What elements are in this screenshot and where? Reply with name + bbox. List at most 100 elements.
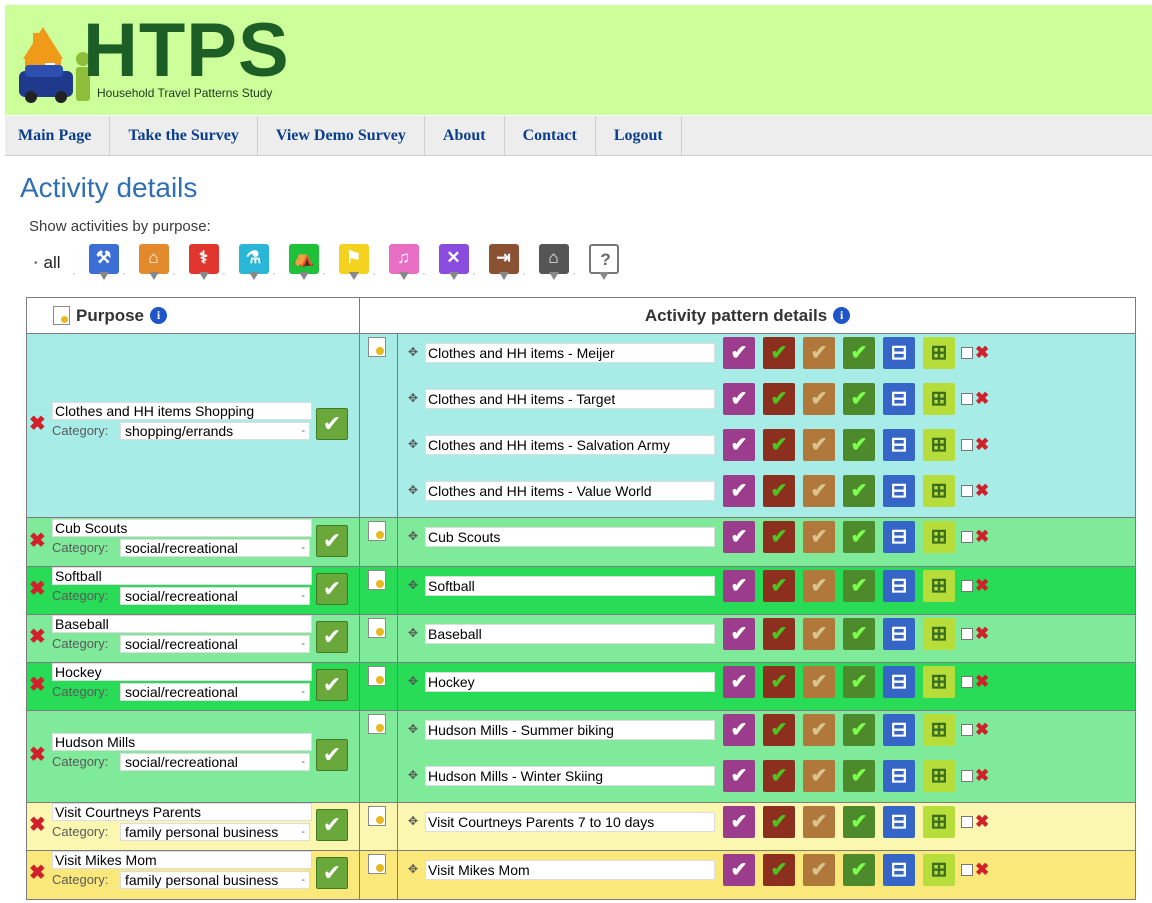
- filter-radio-social[interactable]: ◦: [373, 271, 379, 278]
- completed-icon[interactable]: ✔: [763, 666, 795, 698]
- skipped-icon[interactable]: ✔: [803, 383, 835, 415]
- completed-icon[interactable]: ✔: [763, 383, 795, 415]
- purpose-info-icon[interactable]: i: [150, 307, 168, 324]
- purpose-name-input[interactable]: Baseball: [52, 615, 312, 633]
- filter-radio-medical[interactable]: ◦: [173, 271, 179, 278]
- nav-take-survey[interactable]: Take the Survey: [110, 116, 258, 155]
- filter-dining-icon[interactable]: ✕: [438, 244, 469, 282]
- filter-exit-icon[interactable]: ⇥: [488, 244, 519, 282]
- car-mode-icon[interactable]: ⊟: [883, 570, 915, 602]
- delete-activity-icon[interactable]: ✖: [975, 625, 989, 642]
- completed-icon[interactable]: ✔: [763, 854, 795, 886]
- shopping-cart-icon[interactable]: ⊞: [923, 521, 955, 553]
- copy-activity-icon[interactable]: [961, 580, 973, 592]
- skipped-icon[interactable]: ✔: [803, 854, 835, 886]
- activity-name-input[interactable]: Clothes and HH items - Salvation Army: [425, 435, 715, 455]
- schedule-icon[interactable]: ✔: [723, 570, 755, 602]
- drag-handle-icon[interactable]: ✥: [402, 673, 424, 689]
- category-select[interactable]: social/recreational: [120, 683, 310, 701]
- drag-handle-icon[interactable]: ✥: [402, 625, 424, 641]
- drag-handle-icon[interactable]: ✥: [402, 482, 424, 498]
- purpose-confirm-icon[interactable]: ✔: [316, 408, 348, 440]
- filter-personal-icon[interactable]: ⚗: [238, 244, 269, 282]
- delete-purpose-icon[interactable]: ✖: [29, 627, 46, 647]
- purpose-name-input[interactable]: Hudson Mills: [52, 733, 312, 751]
- schedule-icon[interactable]: ✔: [723, 806, 755, 838]
- details-info-icon[interactable]: i: [833, 307, 851, 324]
- delete-activity-icon[interactable]: ✖: [975, 482, 989, 499]
- purpose-name-input[interactable]: Clothes and HH items Shopping: [52, 402, 312, 420]
- shopping-cart-icon[interactable]: ⊞: [923, 383, 955, 415]
- walk-mode-icon[interactable]: ✔: [843, 570, 875, 602]
- schedule-icon[interactable]: ✔: [723, 618, 755, 650]
- filter-all-option[interactable]: • all: [34, 253, 61, 273]
- car-mode-icon[interactable]: ⊟: [883, 854, 915, 886]
- activity-name-input[interactable]: Visit Mikes Mom: [425, 860, 715, 880]
- skipped-icon[interactable]: ✔: [803, 666, 835, 698]
- skipped-icon[interactable]: ✔: [803, 429, 835, 461]
- walk-mode-icon[interactable]: ✔: [843, 618, 875, 650]
- delete-purpose-icon[interactable]: ✖: [29, 745, 46, 765]
- walk-mode-icon[interactable]: ✔: [843, 383, 875, 415]
- activity-name-input[interactable]: Hockey: [425, 672, 715, 692]
- schedule-icon[interactable]: ✔: [723, 714, 755, 746]
- category-select[interactable]: family personal business: [120, 871, 310, 889]
- copy-activity-icon[interactable]: [961, 770, 973, 782]
- skipped-icon[interactable]: ✔: [803, 760, 835, 792]
- copy-activity-icon[interactable]: [961, 393, 973, 405]
- drag-handle-icon[interactable]: ✥: [402, 813, 424, 829]
- htps-logo[interactable]: HTPS Household Travel Patterns Study: [19, 8, 329, 109]
- car-mode-icon[interactable]: ⊟: [883, 429, 915, 461]
- add-activity-icon[interactable]: [368, 618, 386, 638]
- add-activity-icon[interactable]: [368, 570, 386, 590]
- completed-icon[interactable]: ✔: [763, 618, 795, 650]
- filter-radio-work[interactable]: ◦: [73, 271, 79, 278]
- delete-activity-icon[interactable]: ✖: [975, 436, 989, 453]
- delete-activity-icon[interactable]: ✖: [975, 813, 989, 830]
- skipped-icon[interactable]: ✔: [803, 618, 835, 650]
- drag-handle-icon[interactable]: ✥: [402, 390, 424, 406]
- schedule-icon[interactable]: ✔: [723, 521, 755, 553]
- walk-mode-icon[interactable]: ✔: [843, 666, 875, 698]
- filter-school-icon[interactable]: ⌂: [138, 244, 169, 282]
- completed-icon[interactable]: ✔: [763, 714, 795, 746]
- walk-mode-icon[interactable]: ✔: [843, 521, 875, 553]
- filter-radio-dining[interactable]: ◦: [423, 271, 429, 278]
- drag-handle-icon[interactable]: ✥: [402, 528, 424, 544]
- activity-name-input[interactable]: Softball: [425, 576, 715, 596]
- add-activity-icon[interactable]: [368, 714, 386, 734]
- skipped-icon[interactable]: ✔: [803, 521, 835, 553]
- copy-activity-icon[interactable]: [961, 531, 973, 543]
- category-select[interactable]: social/recreational: [120, 635, 310, 653]
- add-activity-icon[interactable]: [368, 666, 386, 686]
- delete-activity-icon[interactable]: ✖: [975, 344, 989, 361]
- purpose-name-input[interactable]: Hockey: [52, 663, 312, 681]
- nav-contact[interactable]: Contact: [505, 116, 596, 155]
- delete-purpose-icon[interactable]: ✖: [29, 414, 46, 434]
- filter-recreation-icon[interactable]: ⛺: [288, 244, 319, 282]
- delete-activity-icon[interactable]: ✖: [975, 577, 989, 594]
- filter-radio-exit[interactable]: ◦: [473, 271, 479, 278]
- shopping-cart-icon[interactable]: ⊞: [923, 337, 955, 369]
- filter-social-icon[interactable]: ♫: [388, 244, 419, 282]
- purpose-name-input[interactable]: Cub Scouts: [52, 518, 312, 537]
- shopping-cart-icon[interactable]: ⊞: [923, 666, 955, 698]
- car-mode-icon[interactable]: ⊟: [883, 618, 915, 650]
- filter-radio-recreation[interactable]: ◦: [273, 271, 279, 278]
- schedule-icon[interactable]: ✔: [723, 854, 755, 886]
- add-purpose-icon[interactable]: [53, 306, 70, 325]
- purpose-confirm-icon[interactable]: ✔: [316, 524, 348, 557]
- schedule-icon[interactable]: ✔: [723, 383, 755, 415]
- walk-mode-icon[interactable]: ✔: [843, 429, 875, 461]
- drag-handle-icon[interactable]: ✥: [402, 577, 424, 593]
- skipped-icon[interactable]: ✔: [803, 337, 835, 369]
- category-select[interactable]: family personal business: [120, 823, 310, 841]
- activity-name-input[interactable]: Hudson Mills - Summer biking: [425, 720, 715, 740]
- car-mode-icon[interactable]: ⊟: [883, 714, 915, 746]
- walk-mode-icon[interactable]: ✔: [843, 475, 875, 507]
- skipped-icon[interactable]: ✔: [803, 714, 835, 746]
- activity-name-input[interactable]: Baseball: [425, 624, 715, 644]
- shopping-cart-icon[interactable]: ⊞: [923, 760, 955, 792]
- purpose-confirm-icon[interactable]: ✔: [316, 809, 348, 841]
- nav-main-page[interactable]: Main Page: [5, 116, 111, 155]
